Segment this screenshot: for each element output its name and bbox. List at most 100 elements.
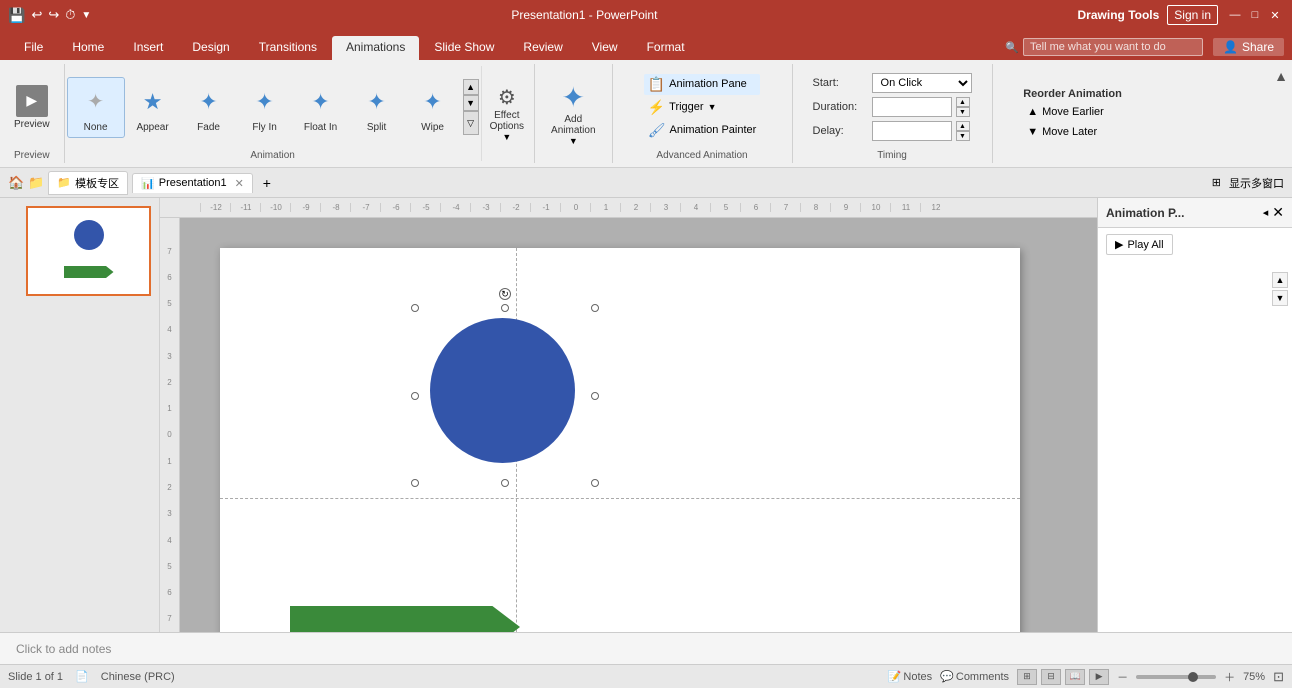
- ruler-marks-top: -12-11-10 -9-8-7 -6-5-4 -3-2-1 012 345 6…: [200, 203, 950, 212]
- timing-group-label: Timing: [877, 148, 907, 161]
- normal-view-button[interactable]: ⊞: [1017, 669, 1037, 685]
- anim-pane-expand[interactable]: ◂: [1263, 206, 1269, 219]
- arrow-shape[interactable]: [290, 606, 520, 632]
- rotate-handle[interactable]: ↻: [499, 288, 511, 300]
- add-animation-button[interactable]: ✦ Add Animation ▼: [541, 77, 605, 150]
- handle-mr[interactable]: [591, 392, 599, 400]
- close-button[interactable]: ✕: [1266, 6, 1284, 24]
- restore-button[interactable]: □: [1246, 6, 1264, 24]
- tab-format[interactable]: Format: [633, 36, 699, 60]
- timing-content: Start: On Click Duration: ▲ ▼ Delay:: [805, 66, 980, 148]
- fit-slide-button[interactable]: ⊡: [1273, 669, 1284, 685]
- folder-icon[interactable]: 📁: [28, 175, 44, 191]
- anim-order-up[interactable]: ▲: [1272, 272, 1288, 288]
- handle-br[interactable]: [591, 479, 599, 487]
- move-earlier-button[interactable]: ▲ Move Earlier: [1023, 104, 1122, 120]
- trigger-button[interactable]: ⚡ Trigger ▼: [644, 97, 761, 118]
- display-multi[interactable]: ⊞ 显示多窗口: [1212, 175, 1284, 191]
- quick-access-arrow[interactable]: ▼: [81, 10, 91, 21]
- start-select[interactable]: On Click: [872, 73, 972, 93]
- drawing-tools-label: Drawing Tools: [1078, 8, 1160, 22]
- anim-scroll-down[interactable]: ▼: [463, 95, 479, 111]
- slideshow-view-button[interactable]: ▶: [1089, 669, 1109, 685]
- slide-thumbnail[interactable]: [26, 206, 151, 296]
- animation-pane-button[interactable]: 📋 Animation Pane: [644, 74, 761, 95]
- ribbon-group-reorder: Reorder Animation ▲ Move Earlier ▼ Move …: [993, 64, 1153, 163]
- reading-view-button[interactable]: 📖: [1065, 669, 1085, 685]
- anim-none[interactable]: ✦ None: [67, 77, 125, 138]
- animation-painter-button[interactable]: 🖌 Animation Painter: [644, 120, 761, 141]
- zoom-out-button[interactable]: －: [1117, 669, 1128, 685]
- handle-tr[interactable]: [591, 304, 599, 312]
- presentation-tab[interactable]: 📊 Presentation1 ✕: [132, 173, 253, 193]
- notes-button[interactable]: 📝 Notes: [888, 670, 932, 683]
- handle-tl[interactable]: [411, 304, 419, 312]
- zoom-in-button[interactable]: ＋: [1224, 669, 1235, 685]
- search-input[interactable]: [1023, 38, 1203, 56]
- undo-icon[interactable]: ↩: [31, 7, 42, 23]
- animation-scroll: ▲ ▼ ▽: [463, 79, 479, 135]
- duration-down[interactable]: ▼: [956, 107, 970, 117]
- tab-file[interactable]: File: [10, 36, 57, 60]
- status-icon-1[interactable]: 📄: [75, 670, 89, 683]
- move-later-button[interactable]: ▼ Move Later: [1023, 124, 1122, 140]
- tab-view[interactable]: View: [578, 36, 632, 60]
- tab-slideshow[interactable]: Slide Show: [420, 36, 508, 60]
- display-icon: ⊞: [1212, 176, 1221, 189]
- tab-animations[interactable]: Animations: [332, 36, 419, 60]
- anim-order-down[interactable]: ▼: [1272, 290, 1288, 306]
- anim-wipe[interactable]: ✦ Wipe: [405, 78, 461, 137]
- ribbon-collapse[interactable]: ▲: [1270, 64, 1292, 163]
- slide-sorter-button[interactable]: ⊟: [1041, 669, 1061, 685]
- handle-ml[interactable]: [411, 392, 419, 400]
- slide-panel: 1: [0, 198, 160, 632]
- anim-scroll-up[interactable]: ▲: [463, 79, 479, 95]
- duration-up[interactable]: ▲: [956, 97, 970, 107]
- handle-bl[interactable]: [411, 479, 419, 487]
- notes-area[interactable]: Click to add notes: [0, 632, 1292, 664]
- zoom-thumb[interactable]: [1188, 672, 1198, 682]
- anim-split[interactable]: ✦ Split: [349, 78, 405, 137]
- tab-design[interactable]: Design: [178, 36, 243, 60]
- share-button[interactable]: 👤 Share: [1213, 38, 1284, 56]
- comments-button[interactable]: 💬 Comments: [940, 670, 1009, 683]
- animation-pane-icon: 📋: [648, 76, 665, 93]
- template-tab[interactable]: 📁 模板专区: [48, 171, 128, 195]
- circle-shape-container[interactable]: ↻: [415, 308, 595, 483]
- circle-fill: [430, 318, 575, 463]
- new-tab-button[interactable]: +: [257, 173, 277, 193]
- redo-icon[interactable]: ↪: [48, 7, 59, 23]
- notes-icon: 📝: [888, 670, 902, 683]
- tab-close-button[interactable]: ✕: [235, 177, 244, 190]
- zoom-slider[interactable]: [1136, 675, 1216, 679]
- handle-tc[interactable]: [501, 304, 509, 312]
- anim-float-in[interactable]: ✦ Float In: [293, 78, 349, 137]
- auto-save-icon[interactable]: ⏱: [65, 7, 75, 23]
- ruler-side: 7654321 0 1234567: [160, 218, 180, 632]
- tab-transitions[interactable]: Transitions: [245, 36, 331, 60]
- anim-fade[interactable]: ✦ Fade: [181, 78, 237, 137]
- effect-options-button[interactable]: ⚙ Effect Options ▼: [482, 66, 532, 161]
- anim-scroll-more[interactable]: ▽: [463, 111, 479, 135]
- tab-insert[interactable]: Insert: [119, 36, 177, 60]
- home-icon[interactable]: 🏠: [8, 175, 24, 191]
- duration-input[interactable]: [872, 97, 952, 117]
- preview-button[interactable]: ▶ Preview: [6, 81, 58, 134]
- slide-canvas[interactable]: ↻: [220, 248, 1020, 632]
- anim-appear[interactable]: ★ Appear: [125, 78, 181, 137]
- delay-input[interactable]: [872, 121, 952, 141]
- minimize-button[interactable]: —: [1226, 6, 1244, 24]
- sign-in-button[interactable]: Sign in: [1167, 5, 1218, 25]
- tab-review[interactable]: Review: [509, 36, 576, 60]
- delay-up[interactable]: ▲: [956, 121, 970, 131]
- anim-pane-close-button[interactable]: ✕: [1272, 204, 1284, 221]
- ribbon-group-animation: ✦ None ★ Appear ✦ Fade ✦ Fly In: [65, 64, 535, 163]
- save-icon[interactable]: 💾: [8, 7, 25, 24]
- handle-bc[interactable]: [501, 479, 509, 487]
- play-all-button[interactable]: ▶ Play All: [1106, 234, 1173, 255]
- animation-group-label: Animation: [67, 148, 479, 161]
- tab-home[interactable]: Home: [58, 36, 118, 60]
- anim-fly-in[interactable]: ✦ Fly In: [237, 78, 293, 137]
- delay-down[interactable]: ▼: [956, 131, 970, 141]
- view-buttons: ⊞ ⊟ 📖 ▶: [1017, 669, 1109, 685]
